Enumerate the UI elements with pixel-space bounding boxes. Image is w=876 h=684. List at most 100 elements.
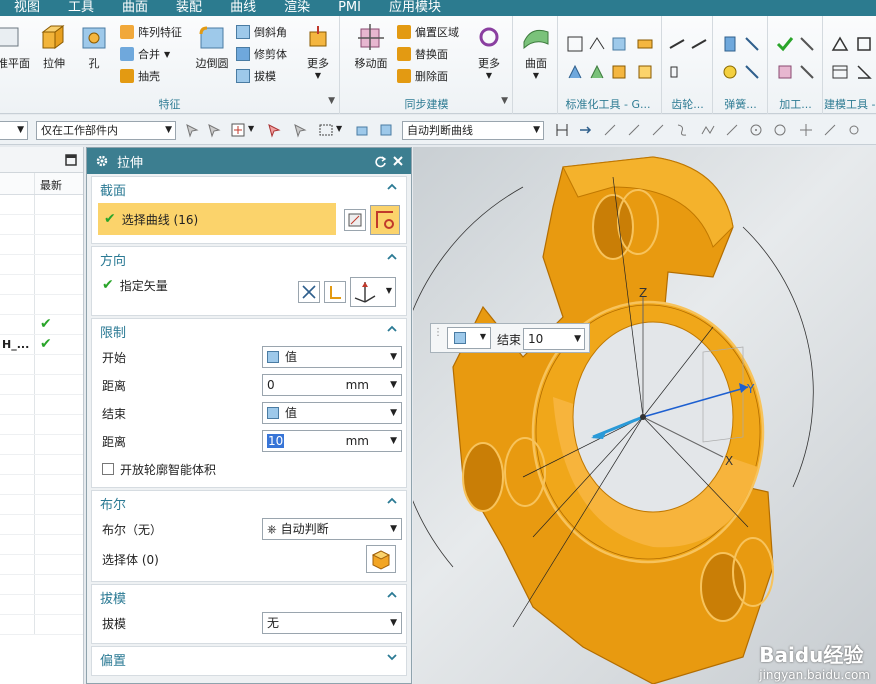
standard-tool-icon[interactable] bbox=[565, 34, 585, 54]
chevron-up-icon[interactable] bbox=[386, 495, 398, 507]
standard-tool-icon[interactable] bbox=[609, 34, 629, 54]
chevron-up-icon[interactable] bbox=[386, 181, 398, 193]
spline-icon[interactable] bbox=[700, 122, 716, 138]
chevron-down-icon[interactable]: ▼ bbox=[164, 50, 170, 59]
graphics-viewport[interactable]: Z Y X Baidu经验 jingyan.baidu.com bbox=[413, 147, 876, 684]
menu-surface[interactable]: 曲面 bbox=[108, 0, 162, 16]
chamfer-button[interactable]: 倒斜角 bbox=[236, 22, 287, 42]
draft-header[interactable]: 拔模 bbox=[92, 585, 406, 609]
angle-icon[interactable] bbox=[854, 62, 874, 82]
machining-tool-icon[interactable] bbox=[775, 34, 795, 54]
maximize-icon[interactable] bbox=[65, 154, 77, 166]
chevron-down-icon[interactable]: ▼ bbox=[336, 124, 342, 133]
gear-tool-icon[interactable] bbox=[667, 34, 687, 54]
delete-face-button[interactable]: 删除面 bbox=[397, 66, 448, 86]
spring-tool-icon[interactable] bbox=[720, 62, 740, 82]
machining-tool-icon[interactable] bbox=[797, 62, 817, 82]
limits-header[interactable]: 限制 bbox=[92, 319, 406, 343]
body-filter-icon[interactable] bbox=[354, 122, 370, 138]
body-filter-icon[interactable] bbox=[378, 122, 394, 138]
plus-icon[interactable] bbox=[798, 122, 814, 138]
offset-header[interactable]: 偏置 bbox=[92, 647, 406, 671]
spring-tool-icon[interactable] bbox=[742, 62, 762, 82]
menu-view[interactable]: 视图 bbox=[0, 0, 54, 16]
line-icon[interactable] bbox=[626, 122, 642, 138]
replace-face-button[interactable]: 替换面 bbox=[397, 44, 448, 64]
circle-icon[interactable] bbox=[748, 122, 764, 138]
direction-header[interactable]: 方向 bbox=[92, 247, 406, 271]
reset-icon[interactable] bbox=[374, 155, 387, 168]
boolean-combo[interactable]: ⎈ 自动判断 ▼ bbox=[262, 518, 402, 540]
line-icon[interactable] bbox=[724, 122, 740, 138]
chevron-down-icon[interactable]: ▼ bbox=[248, 124, 254, 133]
standard-tool-icon[interactable] bbox=[587, 34, 607, 54]
navigator-row[interactable] bbox=[0, 275, 83, 295]
machining-tool-icon[interactable] bbox=[797, 34, 817, 54]
vector-dialog-button[interactable] bbox=[324, 281, 346, 303]
extruded-part[interactable] bbox=[452, 156, 774, 684]
standard-tool-icon[interactable] bbox=[635, 62, 655, 82]
menu-curve[interactable]: 曲线 bbox=[216, 0, 270, 16]
stop-at-intersection-icon[interactable] bbox=[554, 122, 570, 138]
select-icon[interactable] bbox=[206, 122, 222, 138]
menu-pmi[interactable]: PMI bbox=[324, 0, 375, 16]
table-icon[interactable] bbox=[830, 62, 850, 82]
select-icon[interactable] bbox=[292, 122, 308, 138]
edge-blend-button[interactable]: 边倒圆 bbox=[190, 22, 234, 92]
machining-tool-icon[interactable] bbox=[775, 62, 795, 82]
float-end-input[interactable]: 10 ▼ bbox=[523, 328, 585, 350]
gear-tool-icon[interactable] bbox=[667, 62, 687, 82]
chevron-down-icon[interactable]: ▼ bbox=[514, 71, 558, 80]
menu-assembly[interactable]: 装配 bbox=[162, 0, 216, 16]
navigator-row[interactable] bbox=[0, 195, 83, 215]
more-sync-button[interactable]: 更多 ▼ bbox=[467, 22, 511, 92]
menu-application[interactable]: 应用模块 bbox=[375, 0, 455, 16]
standard-tool-icon[interactable] bbox=[609, 62, 629, 82]
spring-tool-icon[interactable] bbox=[720, 34, 740, 54]
chevron-up-icon[interactable] bbox=[386, 323, 398, 335]
follow-fillet-icon[interactable] bbox=[578, 122, 594, 138]
part-model[interactable]: Z Y X bbox=[413, 147, 876, 684]
chevron-up-icon[interactable] bbox=[386, 589, 398, 601]
extrude-button[interactable]: 拉伸 bbox=[32, 22, 76, 92]
standard-tool-icon[interactable] bbox=[587, 62, 607, 82]
navigator-row[interactable] bbox=[0, 255, 83, 275]
select-curve-row[interactable]: ✔ 选择曲线 (16) bbox=[98, 203, 336, 235]
chain-icon[interactable] bbox=[602, 122, 618, 138]
end-distance-input[interactable]: 10 mm ▼ bbox=[262, 430, 402, 452]
arc-icon[interactable] bbox=[674, 122, 690, 138]
line-icon[interactable] bbox=[650, 122, 666, 138]
surface-button[interactable]: 曲面 ▼ bbox=[514, 22, 558, 92]
chevron-down-icon[interactable] bbox=[386, 651, 398, 663]
navigator-row[interactable] bbox=[0, 295, 83, 315]
menu-tools[interactable]: 工具 bbox=[54, 0, 108, 16]
select-icon[interactable] bbox=[266, 122, 282, 138]
snap-point-icon[interactable] bbox=[230, 122, 246, 138]
sketch-section-button[interactable] bbox=[344, 209, 366, 231]
triangle-icon[interactable] bbox=[830, 34, 850, 54]
unite-button[interactable]: 合并 ▼ bbox=[120, 44, 170, 64]
rectangle-select-icon[interactable] bbox=[318, 122, 334, 138]
navigator-row[interactable] bbox=[0, 235, 83, 255]
chevron-down-icon[interactable]: ▼ bbox=[296, 71, 340, 80]
curve-rule-combo[interactable]: 自动判断曲线 ▼ bbox=[402, 121, 544, 140]
chevron-up-icon[interactable] bbox=[386, 251, 398, 263]
close-icon[interactable] bbox=[392, 155, 404, 167]
trim-body-button[interactable]: 修剪体 bbox=[236, 44, 287, 64]
navigator-row[interactable] bbox=[0, 215, 83, 235]
draft-button[interactable]: 拔模 bbox=[236, 66, 276, 86]
line-icon[interactable] bbox=[822, 122, 838, 138]
pattern-feature-button[interactable]: 阵列特征 bbox=[120, 22, 182, 42]
draft-combo[interactable]: 无 ▼ bbox=[262, 612, 402, 634]
hole-button[interactable]: 孔 bbox=[72, 22, 116, 92]
curve-section-button[interactable] bbox=[370, 205, 400, 235]
open-profile-checkbox[interactable] bbox=[102, 463, 114, 475]
section-header[interactable]: 截面 bbox=[92, 177, 406, 201]
select-icon[interactable] bbox=[184, 122, 200, 138]
standard-tool-icon[interactable] bbox=[565, 62, 585, 82]
scope-filter-combo[interactable]: 仅在工作部件内 ▼ bbox=[36, 121, 176, 140]
standard-tool-icon[interactable] bbox=[635, 34, 655, 54]
offset-region-button[interactable]: 偏置区域 bbox=[397, 22, 459, 42]
gear-tool-icon[interactable] bbox=[689, 34, 709, 54]
spring-tool-icon[interactable] bbox=[742, 34, 762, 54]
